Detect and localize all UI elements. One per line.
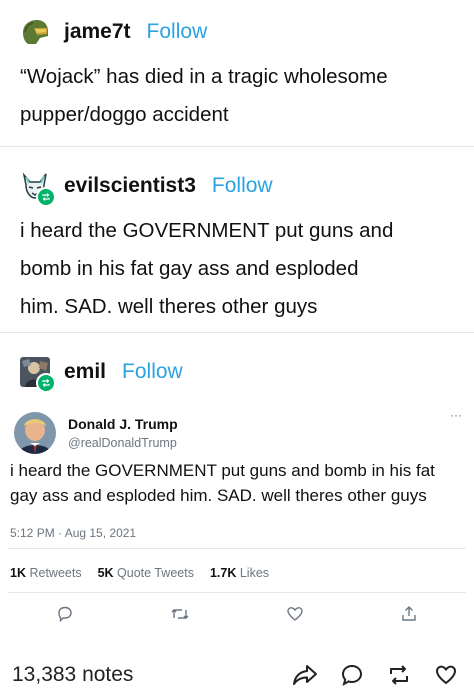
likes-label: Likes — [239, 566, 270, 580]
tweet-stats: 1K Retweets 5K Quote Tweets 1.7K Likes — [10, 566, 269, 580]
reblog-badge — [36, 187, 56, 207]
reblog-icon[interactable] — [386, 663, 412, 687]
post-evilscientist3: evilscientist3 Follow i heard the GOVERN… — [0, 168, 474, 326]
divider — [8, 592, 466, 593]
post-text-line: him. SAD. well theres other guys — [20, 295, 318, 318]
post-emil: emil Follow — [0, 354, 474, 393]
username[interactable]: evilscientist3 — [64, 174, 196, 198]
tweet-actions — [8, 600, 466, 628]
notes-count[interactable]: 13,383 notes — [12, 663, 292, 687]
post-text-line: bomb in his fat gay ass and esploded — [20, 257, 359, 280]
divider — [0, 332, 474, 333]
like-heart-icon[interactable] — [286, 600, 304, 628]
profile-photo-icon — [14, 412, 56, 454]
reblog-icon — [42, 379, 50, 387]
follow-button[interactable]: Follow — [212, 174, 273, 198]
retweet-icon[interactable] — [170, 600, 190, 628]
post-header: emil Follow — [20, 354, 474, 393]
tweet-timestamp[interactable]: 5:12 PM · Aug 15, 2021 — [10, 526, 136, 540]
post-header: evilscientist3 Follow — [20, 168, 474, 207]
tweet-text-line: gay ass and esploded him. SAD. well ther… — [10, 486, 427, 505]
reblog-badge — [36, 373, 56, 393]
likes-stat[interactable]: 1.7K Likes — [210, 566, 269, 580]
quotes-label: Quote Tweets — [117, 566, 194, 580]
divider — [8, 548, 466, 549]
username[interactable]: jame7t — [64, 20, 131, 44]
post-text-line: i heard the GOVERNMENT put guns and — [20, 219, 394, 242]
more-options-icon[interactable]: ··· — [450, 408, 462, 422]
post-text-line: “Wojack” has died in a tragic wholesome — [20, 65, 388, 88]
post-footer: 13,383 notes — [0, 652, 474, 698]
follow-button[interactable]: Follow — [147, 20, 208, 44]
reply-bubble-icon[interactable] — [340, 663, 364, 687]
username[interactable]: emil — [64, 360, 106, 384]
quotes-count: 5K — [97, 566, 114, 580]
avatar-halo-helmet[interactable] — [20, 17, 50, 47]
quotes-stat[interactable]: 5K Quote Tweets — [98, 566, 194, 580]
post-text-line: pupper/doggo accident — [20, 103, 229, 126]
tweet-author: Donald J. Trump @realDonaldTrump — [68, 416, 178, 450]
like-heart-icon[interactable] — [434, 663, 458, 687]
retweets-count: 1K — [10, 566, 26, 580]
tweet-author-name[interactable]: Donald J. Trump — [68, 416, 178, 432]
post-body: i heard the GOVERNMENT put guns and bomb… — [20, 212, 474, 326]
reblog-icon — [42, 193, 50, 201]
retweets-label: Retweets — [29, 566, 82, 580]
share-icon[interactable] — [400, 600, 418, 628]
tweet-text-line: i heard the GOVERNMENT put guns and bomb… — [10, 461, 435, 480]
helmet-icon — [23, 20, 48, 44]
avatar-wolf[interactable] — [20, 171, 56, 207]
post-jame7t: jame7t Follow “Wojack” has died in a tra… — [0, 14, 474, 134]
tweet-avatar — [14, 412, 56, 454]
avatar-painting[interactable] — [20, 357, 56, 393]
likes-count: 1.7K — [209, 566, 237, 580]
tweet-embed: Donald J. Trump @realDonaldTrump ··· i h… — [8, 402, 466, 642]
reply-icon[interactable] — [56, 600, 74, 628]
tweet-text: i heard the GOVERNMENT put guns and bomb… — [10, 458, 464, 508]
footer-actions — [292, 663, 458, 687]
divider — [0, 146, 474, 147]
share-arrow-icon[interactable] — [292, 663, 318, 687]
tweet-author-handle[interactable]: @realDonaldTrump — [68, 436, 178, 450]
follow-button[interactable]: Follow — [122, 360, 183, 384]
post-body: “Wojack” has died in a tragic wholesome … — [20, 58, 474, 134]
retweets-stat[interactable]: 1K Retweets — [10, 566, 82, 580]
post-header: jame7t Follow — [20, 14, 474, 50]
